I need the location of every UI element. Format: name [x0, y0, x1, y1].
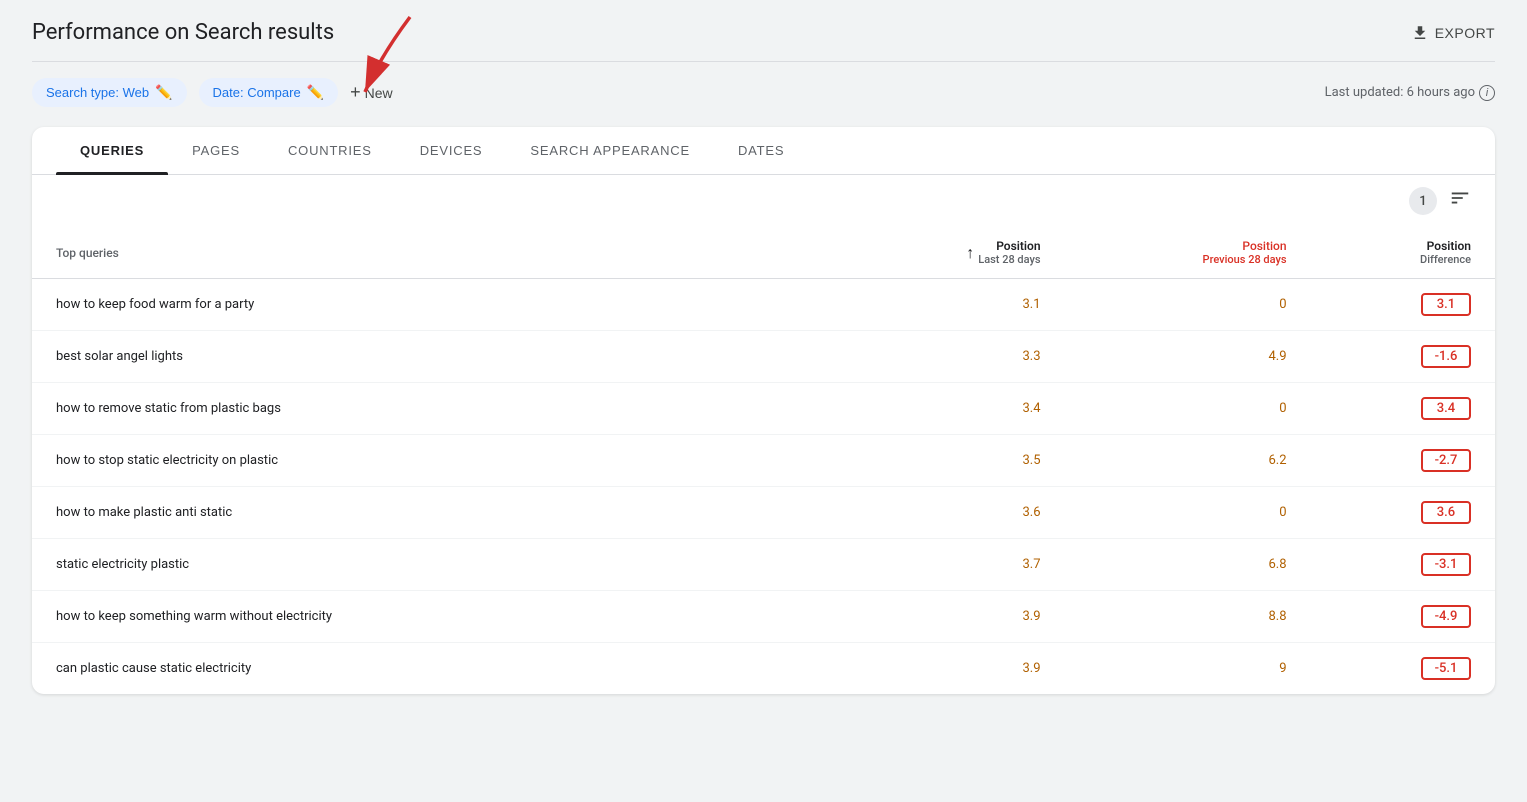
- prev-position-cell: 0: [1065, 383, 1311, 435]
- table-row: static electricity plastic3.76.8-3.1: [32, 539, 1495, 591]
- new-label: New: [365, 85, 393, 101]
- edit-icon-date: ✏️: [307, 84, 324, 101]
- tab-queries[interactable]: QUERIES: [56, 127, 168, 174]
- prev-position-cell: 0: [1065, 279, 1311, 331]
- filter-count-badge: 1: [1409, 187, 1437, 215]
- query-cell: static electricity plastic: [32, 539, 837, 591]
- prev-position-cell: 6.8: [1065, 539, 1311, 591]
- header-divider: [32, 61, 1495, 62]
- main-card: QUERIES PAGES COUNTRIES DEVICES SEARCH A…: [32, 127, 1495, 694]
- query-cell: can plastic cause static electricity: [32, 643, 837, 695]
- difference-cell: -3.1: [1311, 539, 1495, 591]
- query-cell: how to remove static from plastic bags: [32, 383, 837, 435]
- table-row: how to stop static electricity on plasti…: [32, 435, 1495, 487]
- difference-cell: -1.6: [1311, 331, 1495, 383]
- query-cell: how to make plastic anti static: [32, 487, 837, 539]
- prev-position-cell: 4.9: [1065, 331, 1311, 383]
- col-header-difference[interactable]: Position Difference: [1311, 227, 1495, 279]
- table-row: how to keep something warm without elect…: [32, 591, 1495, 643]
- prev-position-cell: 0: [1065, 487, 1311, 539]
- search-type-filter[interactable]: Search type: Web ✏️: [32, 78, 187, 107]
- tab-devices[interactable]: DEVICES: [396, 127, 507, 174]
- table-row: best solar angel lights3.34.9-1.6: [32, 331, 1495, 383]
- tab-countries[interactable]: COUNTRIES: [264, 127, 396, 174]
- export-label: EXPORT: [1435, 25, 1495, 41]
- query-cell: best solar angel lights: [32, 331, 837, 383]
- tabs-row: QUERIES PAGES COUNTRIES DEVICES SEARCH A…: [32, 127, 1495, 175]
- queries-table: Top queries ↑ Position Last 28 days: [32, 227, 1495, 694]
- tab-dates[interactable]: DATES: [714, 127, 808, 174]
- prev-position-cell: 6.2: [1065, 435, 1311, 487]
- col-header-position[interactable]: ↑ Position Last 28 days: [837, 227, 1065, 279]
- tab-search-appearance[interactable]: SEARCH APPEARANCE: [506, 127, 714, 174]
- sort-arrow-icon: ↑: [966, 243, 974, 263]
- table-controls: 1: [32, 175, 1495, 227]
- last-updated: Last updated: 6 hours ago i: [1325, 85, 1495, 101]
- query-cell: how to stop static electricity on plasti…: [32, 435, 837, 487]
- filter-lines-icon: [1449, 187, 1471, 209]
- filter-row: Search type: Web ✏️ Date: Compare ✏️ + N…: [32, 78, 1495, 107]
- table-row: how to remove static from plastic bags3.…: [32, 383, 1495, 435]
- new-button[interactable]: + New: [350, 82, 393, 103]
- column-filter-button[interactable]: [1449, 187, 1471, 215]
- table-row: can plastic cause static electricity3.99…: [32, 643, 1495, 695]
- query-cell: how to keep something warm without elect…: [32, 591, 837, 643]
- tab-pages[interactable]: PAGES: [168, 127, 264, 174]
- difference-cell: 3.4: [1311, 383, 1495, 435]
- date-label: Date: Compare: [213, 85, 301, 100]
- col-header-prev-position[interactable]: Position Previous 28 days: [1065, 227, 1311, 279]
- prev-position-cell: 9: [1065, 643, 1311, 695]
- position-cell: 3.6: [837, 487, 1065, 539]
- difference-cell: -2.7: [1311, 435, 1495, 487]
- prev-position-cell: 8.8: [1065, 591, 1311, 643]
- download-icon: [1411, 24, 1429, 42]
- table-row: how to make plastic anti static3.603.6: [32, 487, 1495, 539]
- export-button[interactable]: EXPORT: [1411, 24, 1495, 42]
- position-cell: 3.9: [837, 591, 1065, 643]
- difference-cell: -5.1: [1311, 643, 1495, 695]
- edit-icon: ✏️: [155, 84, 172, 101]
- search-type-label: Search type: Web: [46, 85, 149, 100]
- plus-icon: +: [350, 82, 361, 103]
- difference-cell: -4.9: [1311, 591, 1495, 643]
- position-cell: 3.7: [837, 539, 1065, 591]
- col-header-query: Top queries: [32, 227, 837, 279]
- info-icon[interactable]: i: [1479, 85, 1495, 101]
- position-cell: 3.5: [837, 435, 1065, 487]
- table-row: how to keep food warm for a party3.103.1: [32, 279, 1495, 331]
- position-cell: 3.1: [837, 279, 1065, 331]
- difference-cell: 3.6: [1311, 487, 1495, 539]
- position-cell: 3.9: [837, 643, 1065, 695]
- page-title: Performance on Search results: [32, 20, 334, 45]
- difference-cell: 3.1: [1311, 279, 1495, 331]
- position-cell: 3.3: [837, 331, 1065, 383]
- position-cell: 3.4: [837, 383, 1065, 435]
- query-cell: how to keep food warm for a party: [32, 279, 837, 331]
- date-filter[interactable]: Date: Compare ✏️: [199, 78, 339, 107]
